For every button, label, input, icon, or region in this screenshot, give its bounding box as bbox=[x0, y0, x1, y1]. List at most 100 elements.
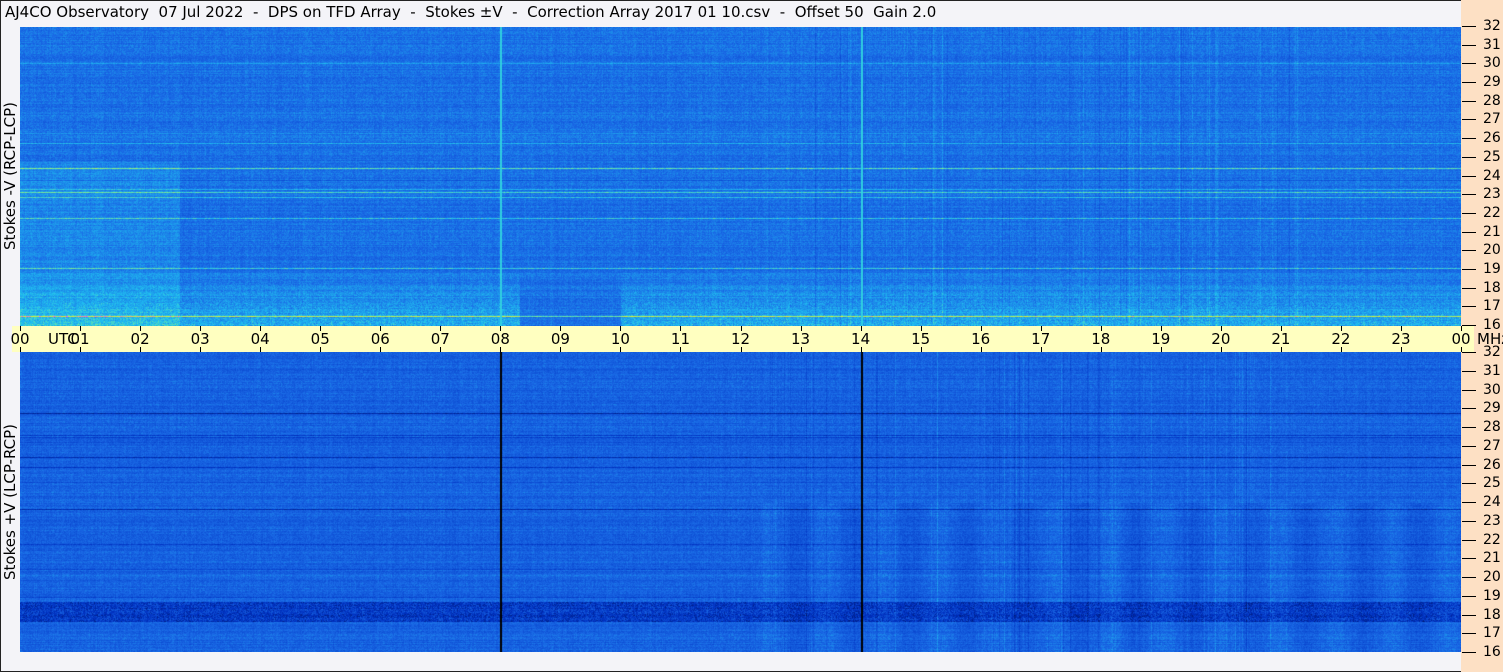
x-tick-mark bbox=[680, 326, 682, 331]
x-tick-mark bbox=[1160, 326, 1162, 331]
x-tick-mark bbox=[1220, 326, 1222, 331]
y-tick-label: 21 bbox=[1483, 223, 1501, 240]
x-tick-mark bbox=[140, 326, 142, 331]
y-tick-label: 24 bbox=[1483, 494, 1501, 510]
x-tick-label: 15 bbox=[911, 330, 931, 348]
x-tick-label: 19 bbox=[1151, 330, 1171, 348]
x-tick-label: 18 bbox=[1091, 330, 1111, 348]
y-tick-mark bbox=[1462, 502, 1476, 503]
x-tick-mark bbox=[560, 326, 562, 331]
x-tick-label: 08 bbox=[490, 330, 510, 348]
y-tick-mark bbox=[1462, 26, 1476, 27]
x-tick-mark bbox=[1040, 326, 1042, 331]
x-tick-label: 07 bbox=[430, 330, 450, 348]
x-tick-mark bbox=[1100, 326, 1102, 331]
y-tick-label: 20 bbox=[1483, 569, 1501, 585]
x-tick-label: 13 bbox=[790, 330, 811, 348]
y-tick-label: 29 bbox=[1483, 400, 1501, 417]
y-tick-mark bbox=[1462, 652, 1476, 653]
y-tick-label: 27 bbox=[1483, 111, 1501, 128]
x-tick-label: 20 bbox=[1211, 330, 1231, 348]
y-tick-label: 27 bbox=[1483, 437, 1501, 454]
x-tick-mark bbox=[1280, 347, 1282, 352]
y-tick-mark bbox=[1462, 389, 1476, 391]
x-tick-label: 09 bbox=[550, 330, 570, 348]
x-tick-mark bbox=[260, 326, 262, 331]
y-tick-mark bbox=[1462, 100, 1476, 102]
x-tick-mark bbox=[80, 347, 82, 352]
y-tick-mark bbox=[1462, 250, 1476, 252]
y-tick-mark bbox=[1462, 325, 1476, 326]
y-tick-mark bbox=[1462, 520, 1476, 522]
y-tick-label: 31 bbox=[1483, 362, 1501, 379]
x-tick-label: 16 bbox=[971, 330, 991, 348]
y-tick-label: 16 bbox=[1483, 317, 1501, 333]
x-tick-mark bbox=[260, 347, 262, 352]
y-tick-label: 25 bbox=[1483, 148, 1501, 165]
y-tick-label: 30 bbox=[1483, 381, 1501, 398]
y-tick-mark bbox=[1462, 483, 1476, 485]
x-tick-mark bbox=[740, 326, 742, 331]
y-tick-mark bbox=[1462, 306, 1476, 308]
x-tick-mark bbox=[80, 326, 82, 331]
x-tick-mark bbox=[1400, 347, 1402, 352]
y-tick-label: 24 bbox=[1483, 167, 1501, 184]
x-tick-label: 01 bbox=[70, 330, 90, 348]
y-tick-mark bbox=[1462, 577, 1476, 578]
x-tick-label: 03 bbox=[190, 330, 210, 348]
x-tick-mark bbox=[320, 326, 322, 331]
y-tick-mark bbox=[1462, 44, 1476, 46]
spectrogram-stokes-plus-v bbox=[20, 352, 1461, 652]
x-tick-label: 21 bbox=[1271, 330, 1291, 348]
y-tick-mark bbox=[1462, 408, 1476, 410]
y-tick-label: 21 bbox=[1483, 550, 1501, 567]
y-axis-label-bottom: Stokes +V (LCP-RCP) bbox=[1, 424, 19, 580]
y-tick-label: 17 bbox=[1483, 298, 1501, 315]
x-tick-label: 06 bbox=[370, 330, 390, 348]
x-tick-mark bbox=[920, 326, 922, 331]
x-tick-mark bbox=[980, 347, 982, 352]
y-tick-label: 22 bbox=[1483, 531, 1501, 548]
y-tick-label: 28 bbox=[1483, 92, 1501, 109]
x-tick-mark bbox=[560, 347, 562, 352]
y-tick-label: 20 bbox=[1483, 242, 1501, 259]
x-tick-label: 12 bbox=[730, 330, 751, 348]
y-tick-mark bbox=[1462, 370, 1476, 372]
x-tick-mark bbox=[440, 326, 442, 331]
y-tick-label: 22 bbox=[1483, 204, 1501, 221]
y-tick-label: 19 bbox=[1483, 587, 1501, 604]
y-tick-mark bbox=[1462, 464, 1476, 466]
y-tick-mark bbox=[1462, 539, 1476, 541]
x-tick-mark bbox=[320, 347, 322, 352]
y-tick-mark bbox=[1462, 445, 1476, 447]
y-tick-label: 19 bbox=[1483, 260, 1501, 277]
y-axis-label-top: Stokes -V (RCP-LCP) bbox=[1, 102, 19, 250]
y-tick-mark bbox=[1462, 614, 1476, 616]
chart-title: AJ4CO Observatory 07 Jul 2022 - DPS on T… bbox=[5, 3, 937, 21]
y-tick-mark bbox=[1462, 194, 1476, 196]
x-tick-label: 00 bbox=[1451, 330, 1471, 348]
y-tick-mark bbox=[1462, 231, 1476, 233]
x-tick-label: 00 bbox=[10, 330, 30, 348]
y-tick-mark bbox=[1462, 119, 1476, 121]
x-tick-label: 05 bbox=[310, 330, 330, 348]
y-tick-mark bbox=[1462, 287, 1476, 289]
y-tick-label: 25 bbox=[1483, 475, 1501, 492]
x-tick-mark bbox=[860, 326, 862, 331]
x-tick-label: 22 bbox=[1331, 330, 1351, 348]
x-tick-label: 23 bbox=[1391, 330, 1411, 348]
y-tick-label: 28 bbox=[1483, 419, 1501, 435]
x-tick-mark bbox=[500, 347, 502, 352]
x-tick-mark bbox=[920, 347, 922, 352]
x-tick-label: 11 bbox=[670, 330, 690, 348]
y-tick-label: 17 bbox=[1483, 625, 1501, 642]
y-tick-label: 23 bbox=[1483, 512, 1501, 529]
y-tick-mark bbox=[1462, 82, 1476, 84]
x-tick-mark bbox=[1160, 347, 1162, 352]
x-tick-mark bbox=[200, 347, 202, 352]
y-tick-label: 26 bbox=[1483, 130, 1501, 147]
x-tick-mark bbox=[800, 326, 802, 331]
y-tick-mark bbox=[1462, 558, 1476, 560]
x-tick-mark bbox=[1100, 347, 1102, 352]
x-tick-mark bbox=[1040, 347, 1042, 352]
